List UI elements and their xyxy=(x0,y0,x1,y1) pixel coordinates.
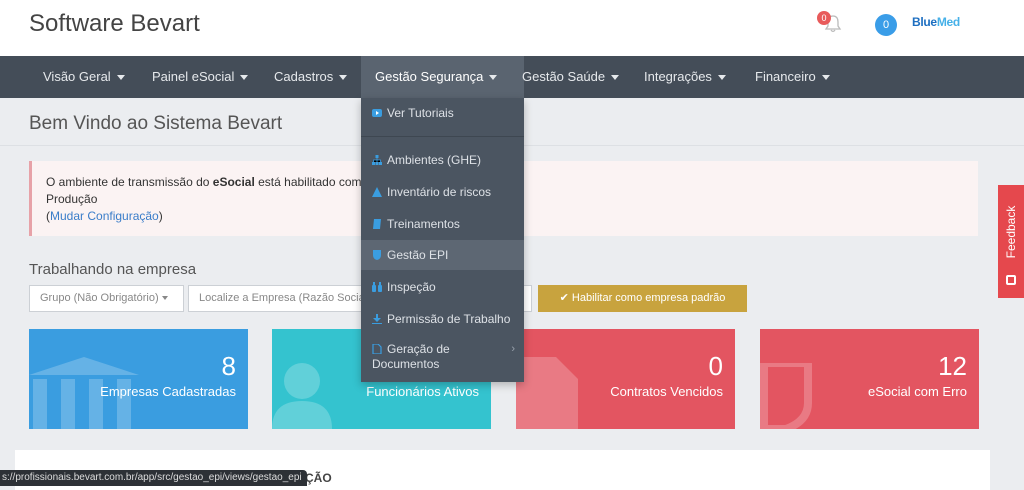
dd-label: Inventário de riscos xyxy=(387,185,492,199)
alert-paren-close: ) xyxy=(158,209,163,223)
partner-logo: BlueMed xyxy=(912,15,960,29)
file-icon xyxy=(372,344,382,354)
brand-title[interactable]: Software Bevart xyxy=(29,10,200,38)
caret-down-icon xyxy=(489,75,498,81)
dd-label: Permissão de Trabalho xyxy=(387,312,511,326)
card-label: Contratos Vencidos xyxy=(610,384,723,399)
caret-down-icon xyxy=(116,75,125,81)
empresa-section-label: Trabalhando na empresa xyxy=(29,261,197,278)
dd-geracao-documentos[interactable]: Geração de Documentos › xyxy=(361,338,524,376)
caret-down-icon xyxy=(717,75,726,81)
notification-badge[interactable]: 0 xyxy=(817,11,831,25)
dd-ver-tutoriais[interactable]: Ver Tutoriais xyxy=(361,98,524,128)
caret-down-icon xyxy=(240,75,249,81)
nav-label: Visão Geral xyxy=(43,69,111,84)
gestao-seguranca-dropdown: Ver Tutoriais Ambientes (GHE) Inventário… xyxy=(361,98,524,382)
nav-label: Financeiro xyxy=(755,69,816,84)
dd-gestao-epi[interactable]: Gestão EPI xyxy=(361,240,524,270)
main-navbar: Visão Geral Painel eSocial Cadastros Ges… xyxy=(0,56,1024,98)
card-empresas[interactable]: 8 Empresas Cadastradas xyxy=(29,329,248,429)
dd-label: Inspeção xyxy=(387,280,436,294)
card-value: 8 xyxy=(221,351,236,381)
nav-integracoes[interactable]: Integrações xyxy=(630,56,740,98)
partner-logo-main: Blue xyxy=(912,15,937,29)
book-icon xyxy=(373,219,381,229)
check-icon: ✔ xyxy=(559,292,569,304)
dd-inspecao[interactable]: Inspeção xyxy=(361,272,524,302)
empresa-search-placeholder: Localize a Empresa (Razão Social xyxy=(199,292,368,304)
feedback-tab[interactable]: Feedback xyxy=(998,185,1024,298)
sitemap-icon xyxy=(372,155,382,165)
youtube-icon xyxy=(372,109,382,117)
dd-permissao[interactable]: Permissão de Trabalho xyxy=(361,304,524,334)
feedback-icon xyxy=(1006,275,1016,285)
set-default-label: Habilitar como empresa padrão xyxy=(571,292,726,304)
feedback-label: Feedback xyxy=(1004,205,1018,259)
change-config-link[interactable]: Mudar Configuração xyxy=(50,209,159,223)
nav-label: Gestão Segurança xyxy=(375,69,484,84)
card-esocial-erro[interactable]: 12 eSocial com Erro xyxy=(760,329,979,429)
card-value: 12 xyxy=(938,351,967,381)
page-title: Bem Vindo ao Sistema Bevart xyxy=(29,113,283,134)
user-icon xyxy=(272,363,332,429)
dd-label: Treinamentos xyxy=(387,217,460,231)
shield-icon xyxy=(760,363,812,429)
card-value: 0 xyxy=(708,351,723,381)
status-bar-url: s://profissionais.bevart.com.br/app/src/… xyxy=(0,470,307,486)
nav-label: Painel eSocial xyxy=(152,69,235,84)
nav-painel-esocial[interactable]: Painel eSocial xyxy=(138,56,262,98)
alert-text-after: está habilitado como: xyxy=(254,175,372,189)
alert-text-bold: eSocial xyxy=(212,175,255,189)
nav-gestao-seguranca[interactable]: Gestão Segurança xyxy=(361,56,524,98)
nav-gestao-saude[interactable]: Gestão Saúde xyxy=(508,56,633,98)
dd-label-line1: Geração de xyxy=(387,342,450,356)
group-select-placeholder: Grupo (Não Obrigatório) xyxy=(40,292,159,304)
dd-label: Ver Tutoriais xyxy=(387,106,454,120)
caret-down-icon xyxy=(161,296,168,301)
file-icon xyxy=(516,357,578,429)
nav-label: Gestão Saúde xyxy=(522,69,606,84)
dd-inventario[interactable]: Inventário de riscos xyxy=(361,177,524,207)
section-title-fragment: ÇÃO xyxy=(305,471,332,485)
user-badge[interactable]: 0 xyxy=(875,14,897,36)
card-label: Funcionários Ativos xyxy=(366,384,479,399)
alert-text-before: O ambiente de transmissão do xyxy=(46,175,213,189)
caret-down-icon xyxy=(339,75,348,81)
dd-label: Gestão EPI xyxy=(387,248,449,262)
top-bar: Software Bevart 0 0 BlueMed xyxy=(0,0,1024,56)
dd-ambientes[interactable]: Ambientes (GHE) xyxy=(361,145,524,175)
card-label: Empresas Cadastradas xyxy=(100,384,236,399)
caret-down-icon xyxy=(611,75,620,81)
dd-label: Ambientes (GHE) xyxy=(387,153,482,167)
card-label: eSocial com Erro xyxy=(868,384,967,399)
dd-label-line2: Documentos xyxy=(372,357,440,371)
group-select[interactable]: Grupo (Não Obrigatório) xyxy=(29,285,184,312)
nav-label: Integrações xyxy=(644,69,712,84)
chevron-right-icon: › xyxy=(511,343,515,355)
nav-cadastros[interactable]: Cadastros xyxy=(260,56,361,98)
binoculars-icon xyxy=(372,282,382,292)
partner-logo-accent: Med xyxy=(936,15,960,29)
shield-icon xyxy=(373,250,381,260)
dd-treinamentos[interactable]: Treinamentos xyxy=(361,209,524,239)
caret-down-icon xyxy=(821,75,830,81)
alert-environment: Produção xyxy=(46,192,98,206)
nav-label: Cadastros xyxy=(274,69,334,84)
set-default-company-button[interactable]: ✔ Habilitar como empresa padrão xyxy=(538,285,747,312)
nav-financeiro[interactable]: Financeiro xyxy=(741,56,844,98)
download-icon xyxy=(372,314,382,324)
dropdown-divider xyxy=(361,136,524,137)
warning-icon xyxy=(372,187,382,197)
card-contratos[interactable]: 0 Contratos Vencidos xyxy=(516,329,735,429)
nav-visao-geral[interactable]: Visão Geral xyxy=(29,56,139,98)
